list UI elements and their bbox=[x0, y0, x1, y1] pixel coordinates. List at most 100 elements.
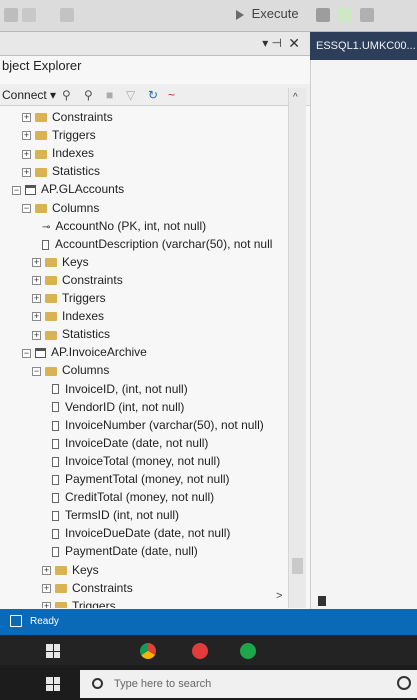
tree-node[interactable]: + Triggers bbox=[32, 289, 106, 307]
tree-node[interactable]: + Constraints bbox=[22, 108, 113, 126]
vertical-scrollbar[interactable]: ^ v bbox=[288, 88, 306, 619]
tree-node[interactable]: PaymentTotal (money, not null) bbox=[52, 470, 230, 488]
tree-node-label: AccountNo (PK, int, not null) bbox=[55, 218, 207, 233]
tree-node[interactable]: CreditTotal (money, not null) bbox=[52, 488, 214, 506]
tree-node[interactable]: PaymentDate (date, null) bbox=[52, 542, 198, 560]
scroll-left-icon[interactable] bbox=[318, 596, 328, 606]
redo-icon[interactable] bbox=[22, 8, 36, 22]
tree-node[interactable]: ⊸ AccountNo (PK, int, not null) bbox=[42, 217, 206, 235]
panel-header-row: ▾ ⊣ ✕ bbox=[0, 32, 310, 56]
parse-check-icon[interactable] bbox=[338, 8, 352, 22]
expand-icon[interactable]: + bbox=[32, 258, 41, 268]
tree-node-label: Constraints bbox=[62, 272, 123, 287]
tree-node[interactable]: − AP.InvoiceArchive bbox=[22, 343, 147, 361]
tree-node-label: AccountDescription (varchar(50), not nul… bbox=[55, 236, 273, 251]
folder-icon bbox=[45, 294, 57, 304]
expand-icon[interactable]: + bbox=[22, 131, 31, 141]
taskbar-search[interactable]: Type here to search bbox=[80, 670, 417, 698]
tree-node[interactable]: + Triggers bbox=[22, 126, 96, 144]
refresh-icon[interactable]: ↻ bbox=[148, 88, 158, 102]
tree-node-label: Keys bbox=[62, 254, 89, 269]
tree-node[interactable]: + Triggers bbox=[42, 597, 116, 608]
taskbar-apps bbox=[0, 635, 417, 665]
close-icon[interactable]: ✕ bbox=[288, 35, 300, 52]
expand-icon[interactable]: + bbox=[42, 583, 51, 593]
scroll-thumb[interactable] bbox=[292, 558, 303, 574]
connect-button[interactable]: Connect ▾ bbox=[2, 88, 56, 102]
tree-node[interactable]: + Indexes bbox=[32, 307, 104, 325]
expand-icon[interactable]: + bbox=[42, 565, 51, 575]
expand-icon[interactable]: + bbox=[42, 602, 51, 608]
table-icon bbox=[25, 185, 36, 196]
execute-label: Execute bbox=[251, 6, 299, 21]
pin-icon[interactable]: ▾ ⊣ bbox=[262, 36, 282, 50]
expand-icon[interactable]: + bbox=[22, 149, 31, 159]
connect-icon[interactable]: ⚲ bbox=[62, 88, 71, 102]
windows-start-icon[interactable] bbox=[46, 644, 60, 658]
tree-node[interactable]: InvoiceNumber (varchar(50), not null) bbox=[52, 416, 264, 434]
tree-node[interactable]: − Columns bbox=[32, 361, 109, 379]
table-icon bbox=[35, 348, 46, 359]
scroll-up-icon[interactable]: ^ bbox=[293, 92, 298, 103]
disconnect-icon[interactable]: ⚲ bbox=[84, 88, 93, 102]
collapse-icon[interactable]: − bbox=[32, 366, 41, 376]
debug-icon[interactable] bbox=[316, 8, 330, 22]
app-red-icon[interactable] bbox=[192, 643, 208, 659]
tree-node[interactable]: InvoiceTotal (money, not null) bbox=[52, 452, 220, 470]
toolbar: Execute bbox=[0, 0, 417, 32]
expand-icon[interactable]: + bbox=[32, 276, 41, 286]
save-icon[interactable] bbox=[60, 8, 74, 22]
tree-node[interactable]: + Keys bbox=[42, 561, 99, 579]
search-icon bbox=[92, 678, 103, 689]
execute-button[interactable]: Execute bbox=[236, 6, 299, 24]
tree-node-label: TermsID (int, not null) bbox=[65, 508, 180, 523]
folder-icon bbox=[55, 583, 67, 593]
tree-node[interactable]: InvoiceID, (int, not null) bbox=[52, 380, 188, 398]
tree-node[interactable]: + Indexes bbox=[22, 144, 94, 162]
column-icon bbox=[52, 492, 59, 503]
tree-node[interactable]: InvoiceDueDate (date, not null) bbox=[52, 524, 230, 542]
folder-icon bbox=[35, 167, 47, 177]
column-icon bbox=[52, 547, 59, 558]
query-tab[interactable]: ESSQL1.UMKC00... bbox=[310, 32, 417, 60]
collapse-icon[interactable]: − bbox=[22, 348, 31, 358]
tree-node[interactable]: + Statistics bbox=[22, 162, 100, 180]
column-icon bbox=[52, 511, 59, 522]
collapse-icon[interactable]: − bbox=[22, 203, 31, 213]
collapse-icon[interactable]: − bbox=[12, 185, 21, 195]
tree-node[interactable]: + Keys bbox=[32, 253, 89, 271]
tree-node[interactable]: + Constraints bbox=[32, 271, 123, 289]
tree-node[interactable]: + Constraints bbox=[42, 579, 133, 597]
object-tree[interactable]: + Constraints + Triggers + Indexes + Statistics… bbox=[0, 108, 290, 608]
tree-node[interactable]: − Columns bbox=[22, 199, 99, 217]
chrome-icon[interactable] bbox=[140, 643, 156, 659]
tree-node[interactable]: VendorID (int, not null) bbox=[52, 398, 184, 416]
tree-node[interactable]: AccountDescription (varchar(50), not nul… bbox=[42, 235, 272, 253]
expand-icon[interactable]: + bbox=[22, 167, 31, 177]
tree-node-label: Constraints bbox=[72, 580, 133, 595]
folder-icon bbox=[55, 602, 67, 608]
scroll-right-icon[interactable]: > bbox=[276, 590, 282, 602]
connect-label: Connect bbox=[2, 88, 47, 102]
folder-icon bbox=[35, 113, 47, 123]
results-icon[interactable] bbox=[360, 8, 374, 22]
windows-start-icon-2[interactable] bbox=[46, 677, 60, 691]
activity-icon[interactable]: ~ bbox=[168, 88, 175, 102]
query-editor[interactable] bbox=[310, 60, 417, 615]
expand-icon[interactable]: + bbox=[22, 113, 31, 123]
column-icon bbox=[52, 438, 59, 449]
tree-node[interactable]: − AP.GLAccounts bbox=[12, 180, 124, 198]
expand-icon[interactable]: + bbox=[32, 294, 41, 304]
explorer-toolbar: Connect ▾ ⚲ ⚲ ■ ▽ ↻ ~ bbox=[0, 84, 310, 106]
search-placeholder: Type here to search bbox=[114, 678, 212, 690]
expand-icon[interactable]: + bbox=[32, 330, 41, 340]
app-green-icon[interactable] bbox=[240, 643, 256, 659]
stop-icon[interactable]: ■ bbox=[106, 88, 113, 102]
cortana-icon[interactable] bbox=[397, 676, 411, 690]
tree-node[interactable]: TermsID (int, not null) bbox=[52, 506, 179, 524]
filter-icon[interactable]: ▽ bbox=[126, 88, 135, 102]
expand-icon[interactable]: + bbox=[32, 312, 41, 322]
undo-icon[interactable] bbox=[4, 8, 18, 22]
tree-node[interactable]: + Statistics bbox=[32, 325, 110, 343]
tree-node[interactable]: InvoiceDate (date, not null) bbox=[52, 434, 208, 452]
